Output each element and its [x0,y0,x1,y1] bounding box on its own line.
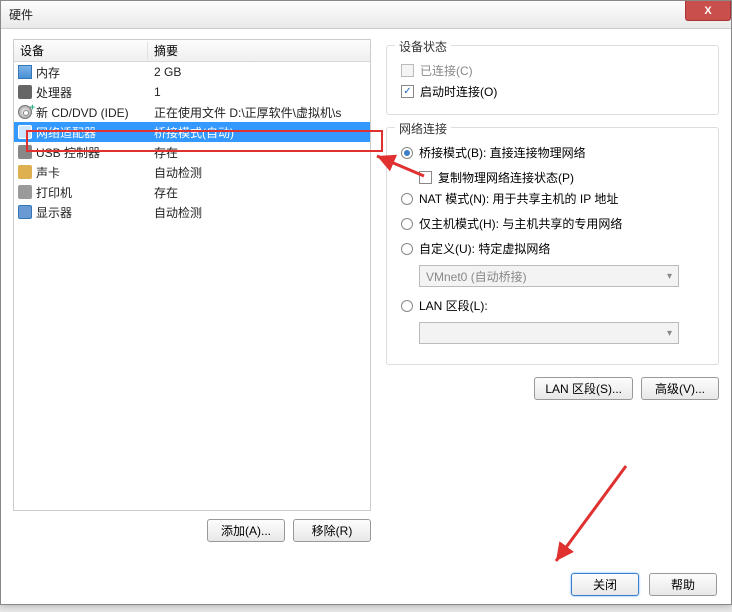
close-icon: X [704,5,711,17]
bridged-radio[interactable] [401,147,413,159]
device-row[interactable]: 声卡 自动检测 [14,162,370,182]
titlebar[interactable]: 硬件 X [1,1,731,29]
connect-on-boot-checkbox[interactable] [401,85,414,98]
device-name: 显示器 [36,204,72,221]
device-table: 设备 摘要 内存 2 GB 处理器 1 新 CD/DVD (IDE) 正在使用文件 D:\… [13,39,371,511]
lan-segment-combo [419,322,679,344]
close-button[interactable]: 关闭 [571,573,639,596]
custom-network-combo: VMnet0 (自动桥接) [419,265,679,287]
custom-label: 自定义(U): 特定虚拟网络 [419,240,550,257]
window-title: 硬件 [1,6,33,23]
hostonly-label: 仅主机模式(H): 与主机共享的专用网络 [419,215,622,232]
sound-icon [18,165,32,179]
col-header-device[interactable]: 设备 [14,42,148,59]
cd-add-icon [18,105,32,119]
device-summary: 1 [148,85,370,99]
device-summary: 2 GB [148,65,370,79]
device-summary: 自动检测 [148,164,370,181]
network-connection-group: 网络连接 桥接模式(B): 直接连接物理网络 复制物理网络连接状态(P) NAT… [386,127,719,365]
device-summary: 正在使用文件 D:\正厚软件\虚拟机\s [148,104,370,121]
device-row[interactable]: USB 控制器 存在 [14,142,370,162]
nat-label: NAT 模式(N): 用于共享主机的 IP 地址 [419,190,618,207]
bridged-label: 桥接模式(B): 直接连接物理网络 [419,144,586,161]
printer-icon [18,185,32,199]
replicate-label: 复制物理网络连接状态(P) [438,169,574,186]
device-name: USB 控制器 [36,144,100,161]
device-name: 内存 [36,64,60,81]
hardware-dialog: 硬件 X 设备 摘要 内存 2 GB 处理器 1 新 CD/DVD (IDE) 正在使用文… [0,0,732,605]
usb-icon [18,145,32,159]
remove-device-button[interactable]: 移除(R) [293,519,371,542]
lan-segments-button[interactable]: LAN 区段(S)... [534,377,633,400]
device-list-panel: 设备 摘要 内存 2 GB 处理器 1 新 CD/DVD (IDE) 正在使用文件 D:\… [13,39,371,569]
device-name: 处理器 [36,84,72,101]
device-status-group: 设备状态 已连接(C) 启动时连接(O) [386,45,719,115]
device-summary: 存在 [148,144,370,161]
device-row[interactable]: 处理器 1 [14,82,370,102]
memory-icon [18,65,32,79]
advanced-button[interactable]: 高级(V)... [641,377,719,400]
device-row[interactable]: 网络适配器 桥接模式(自动) [14,122,370,142]
device-row[interactable]: 新 CD/DVD (IDE) 正在使用文件 D:\正厚软件\虚拟机\s [14,102,370,122]
window-close-button[interactable]: X [685,1,731,21]
device-summary: 桥接模式(自动) [148,124,370,141]
network-connection-title: 网络连接 [395,120,451,137]
cpu-icon [18,85,32,99]
content-area: 设备 摘要 内存 2 GB 处理器 1 新 CD/DVD (IDE) 正在使用文件 D:\… [1,29,731,604]
nat-radio[interactable] [401,193,413,205]
display-icon [18,205,32,219]
device-table-header: 设备 摘要 [14,40,370,62]
custom-radio[interactable] [401,243,413,255]
network-icon [18,125,32,139]
add-device-button[interactable]: 添加(A)... [207,519,285,542]
col-header-summary[interactable]: 摘要 [148,42,370,59]
connected-checkbox [401,64,414,77]
device-row[interactable]: 打印机 存在 [14,182,370,202]
connect-on-boot-label: 启动时连接(O) [420,83,497,100]
settings-panel: 设备状态 已连接(C) 启动时连接(O) 网络连接 桥接模式(B): 直接连接物 [386,39,719,569]
connected-label: 已连接(C) [420,62,473,79]
device-name: 新 CD/DVD (IDE) [36,104,129,121]
device-row[interactable]: 显示器 自动检测 [14,202,370,222]
replicate-checkbox[interactable] [419,171,432,184]
device-name: 打印机 [36,184,72,201]
device-summary: 自动检测 [148,204,370,221]
device-row[interactable]: 内存 2 GB [14,62,370,82]
device-summary: 存在 [148,184,370,201]
device-name: 声卡 [36,164,60,181]
lan-segment-radio[interactable] [401,300,413,312]
device-status-title: 设备状态 [395,38,451,55]
lan-segment-label: LAN 区段(L): [419,297,488,314]
help-button[interactable]: 帮助 [649,573,717,596]
device-name: 网络适配器 [36,124,96,141]
hostonly-radio[interactable] [401,218,413,230]
